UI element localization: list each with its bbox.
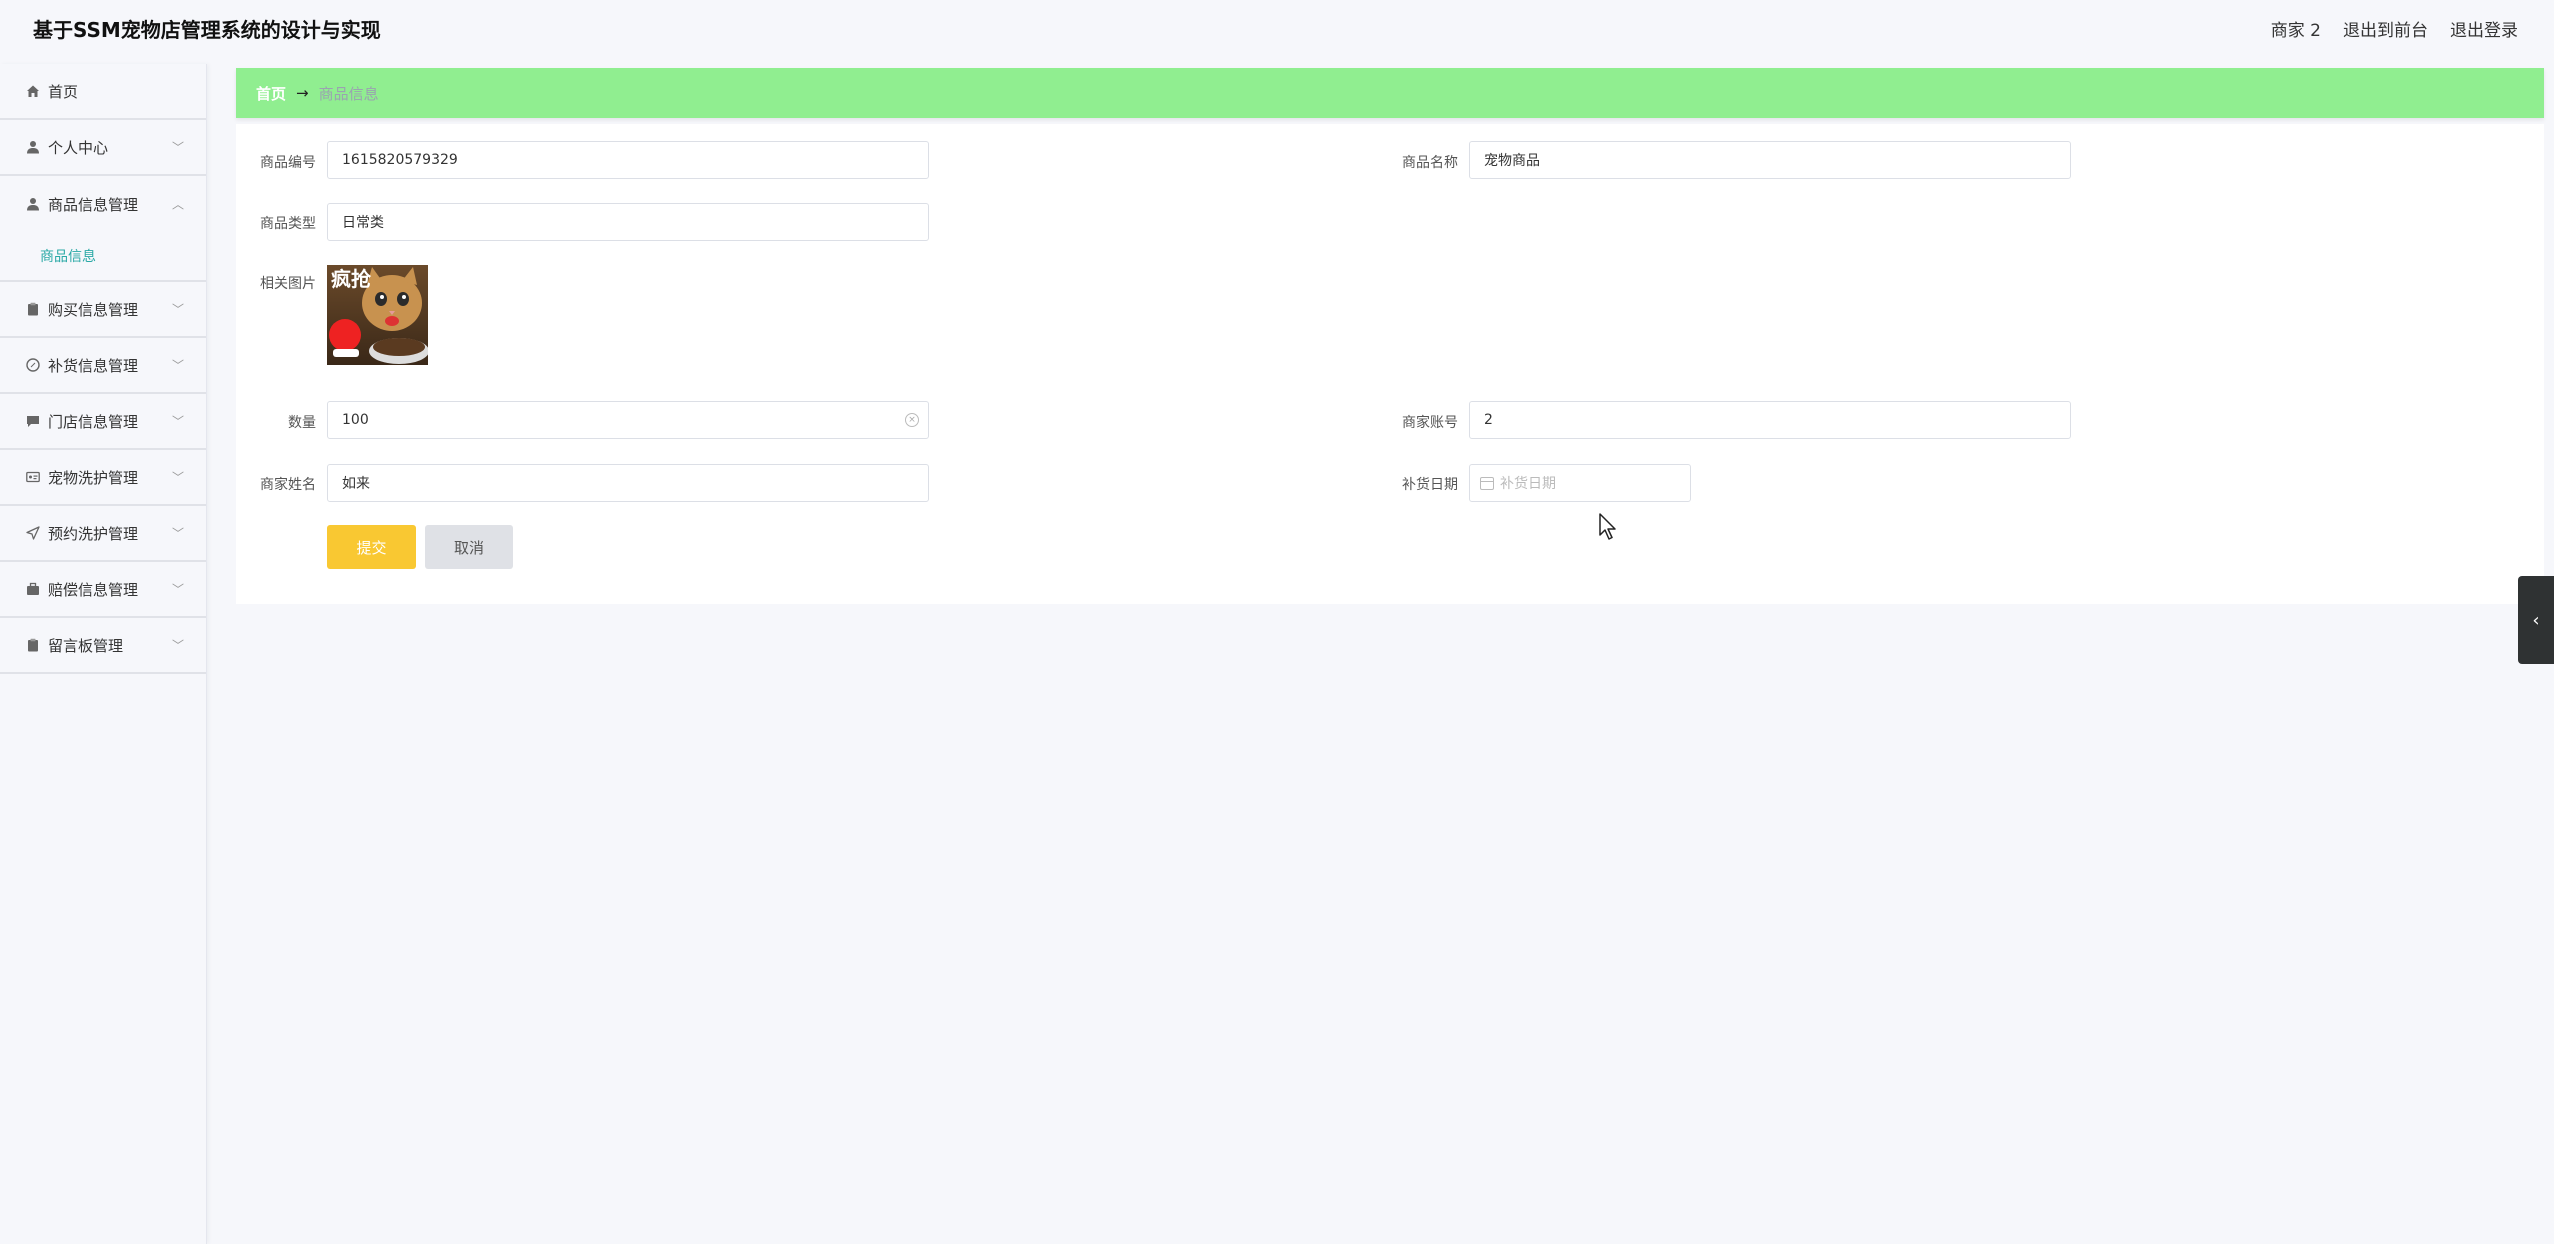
quantity-field[interactable]: 100 ×: [327, 401, 929, 439]
sidebar-item-label: 留言板管理: [48, 636, 124, 655]
sidebar-item-compensation[interactable]: 赔偿信息管理 ﹀: [0, 562, 206, 618]
chevron-down-icon: ﹀: [171, 140, 184, 155]
product-type-field[interactable]: 日常类: [327, 203, 929, 241]
top-links: 商家 2 退出到前台 退出登录: [2271, 16, 2518, 41]
chevron-up-icon: ︿: [171, 197, 184, 212]
breadcrumb-home-link[interactable]: 首页: [256, 83, 286, 104]
exit-to-front-link[interactable]: 退出到前台: [2343, 16, 2428, 41]
clipboard-icon: [25, 302, 40, 317]
merchant-name-value: 如来: [342, 476, 370, 492]
chevron-left-icon: ‹: [2532, 609, 2540, 631]
clear-icon[interactable]: ×: [905, 413, 919, 427]
sidebar-item-booking-grooming[interactable]: 预约洗护管理 ﹀: [0, 506, 206, 562]
sidebar-item-label: 个人中心: [48, 138, 109, 157]
calendar-icon: [1480, 476, 1494, 490]
chevron-down-icon: ﹀: [171, 526, 184, 541]
chevron-down-icon: ﹀: [171, 470, 184, 485]
sidebar-item-label: 预约洗护管理: [48, 524, 139, 543]
form-panel: [236, 124, 2544, 604]
sidebar-item-label: 门店信息管理: [48, 412, 139, 431]
sidebar-item-product-management[interactable]: 商品信息管理 ︿: [0, 176, 206, 232]
product-no-value: 1615820579329: [342, 152, 458, 168]
product-type-label: 商品类型: [260, 216, 316, 232]
home-icon: [25, 84, 40, 99]
product-name-label: 商品名称: [1402, 155, 1458, 171]
submenu-item-product-info[interactable]: 商品信息: [0, 232, 206, 282]
mouse-cursor-icon: [1599, 513, 1619, 545]
sidebar-item-label: 首页: [48, 82, 79, 101]
sidebar-item-personal-center[interactable]: 个人中心 ﹀: [0, 120, 206, 176]
logout-link[interactable]: 退出登录: [2450, 16, 2518, 41]
app-title: 基于SSM宠物店管理系统的设计与实现: [33, 18, 381, 42]
compass-icon: [25, 358, 40, 373]
sidebar-item-store-management[interactable]: 门店信息管理 ﹀: [0, 394, 206, 450]
sidebar: 首页 个人中心 ﹀ 商品信息管理 ︿ 商品信息 购买信息管理 ﹀ 补货信息管理 …: [0, 64, 207, 1244]
current-user: 商家 2: [2270, 21, 2321, 41]
clipboard-icon: [25, 638, 40, 653]
product-name-field[interactable]: 宠物商品: [1469, 141, 2071, 179]
sidebar-item-label: 购买信息管理: [48, 300, 139, 319]
chevron-down-icon: ﹀: [171, 638, 184, 653]
product-no-field[interactable]: 1615820579329: [327, 141, 929, 179]
sidebar-item-label: 补货信息管理: [48, 356, 139, 375]
breadcrumb: 首页 → 商品信息: [236, 68, 2544, 118]
sidebar-item-home[interactable]: 首页: [0, 64, 206, 120]
merchant-account-value: 2: [1484, 412, 1493, 428]
merchant-name-label: 商家姓名: [260, 477, 316, 493]
quantity-label: 数量: [288, 415, 316, 431]
product-type-value: 日常类: [342, 215, 384, 231]
merchant-account-field[interactable]: 2: [1469, 401, 2071, 439]
message-icon: [25, 414, 40, 429]
sidebar-item-message-board[interactable]: 留言板管理 ﹀: [0, 618, 206, 674]
briefcase-icon: [25, 582, 40, 597]
chevron-down-icon: ﹀: [171, 358, 184, 373]
restock-date-picker[interactable]: 补货日期: [1469, 464, 1691, 502]
cancel-button[interactable]: 取消: [425, 525, 513, 569]
quantity-value: 100: [342, 412, 369, 428]
breadcrumb-separator: →: [296, 84, 309, 102]
user-icon: [25, 197, 40, 212]
sidebar-item-pet-grooming[interactable]: 宠物洗护管理 ﹀: [0, 450, 206, 506]
chevron-down-icon: ﹀: [171, 582, 184, 597]
restock-date-placeholder: 补货日期: [1500, 476, 1556, 492]
merchant-account-label: 商家账号: [1402, 415, 1458, 431]
restock-date-label: 补货日期: [1402, 477, 1458, 493]
sidebar-item-label: 商品信息管理: [48, 195, 139, 214]
sidebar-item-label: 宠物洗护管理: [48, 468, 139, 487]
chevron-down-icon: ﹀: [171, 302, 184, 317]
sidebar-item-label: 赔偿信息管理: [48, 580, 139, 599]
product-image-caption: 疯抢: [331, 267, 371, 291]
product-name-value: 宠物商品: [1484, 153, 1540, 169]
product-image[interactable]: 疯抢: [327, 265, 428, 365]
chevron-down-icon: ﹀: [171, 414, 184, 429]
sidebar-item-purchase-management[interactable]: 购买信息管理 ﹀: [0, 282, 206, 338]
card-icon: [25, 470, 40, 485]
breadcrumb-current: 商品信息: [318, 84, 379, 103]
submit-button[interactable]: 提交: [327, 525, 416, 569]
drawer-toggle-button[interactable]: ‹: [2518, 576, 2554, 664]
sidebar-item-restock-management[interactable]: 补货信息管理 ﹀: [0, 338, 206, 394]
image-label: 相关图片: [260, 276, 316, 292]
product-no-label: 商品编号: [260, 155, 316, 171]
merchant-name-field[interactable]: 如来: [327, 464, 929, 502]
top-bar: 基于SSM宠物店管理系统的设计与实现 商家 2 退出到前台 退出登录: [0, 0, 2554, 60]
user-icon: [25, 140, 40, 155]
send-icon: [25, 526, 40, 541]
